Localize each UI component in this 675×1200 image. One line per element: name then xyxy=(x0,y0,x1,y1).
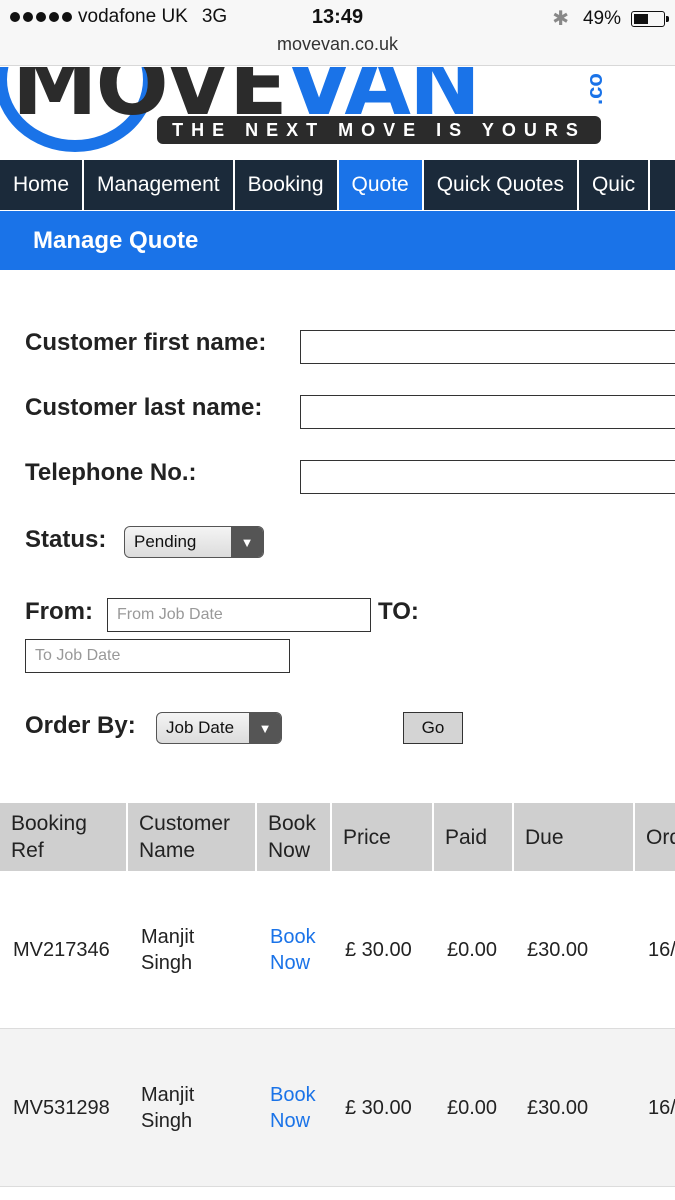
book-now-line: Now xyxy=(270,1110,311,1132)
go-button[interactable]: Go xyxy=(403,712,463,744)
col-header-line: Book xyxy=(268,812,316,835)
telephone-input[interactable] xyxy=(300,460,675,494)
col-header-order[interactable]: Ord xyxy=(635,803,675,871)
first-name-label: Customer first name: xyxy=(25,329,267,356)
to-date-input[interactable]: To Job Date xyxy=(25,639,290,673)
telephone-label: Telephone No.: xyxy=(25,459,197,486)
cell-booking-ref: MV217346 xyxy=(13,939,110,961)
col-header-book-now[interactable]: Book Now xyxy=(257,803,332,871)
col-header-line: Booking xyxy=(11,812,87,835)
bluetooth-icon: ✱ xyxy=(552,8,569,30)
address-bar[interactable]: movevan.co.uk xyxy=(0,34,675,55)
col-header-line: Customer xyxy=(139,812,231,835)
col-header-line: Now xyxy=(268,839,311,862)
logo-domain-suffix: .co xyxy=(582,73,607,105)
nav-item-quote[interactable]: Quote xyxy=(338,160,424,210)
status-select-value: Pending xyxy=(134,532,197,551)
order-by-select[interactable]: Job Date ▼ xyxy=(156,712,282,744)
book-now-link[interactable]: Book Now xyxy=(257,1029,332,1186)
table-header: Booking Ref Customer Name Book Now Price Pa… xyxy=(0,803,675,871)
from-date-input[interactable]: From Job Date xyxy=(107,598,371,632)
col-header-price[interactable]: Price xyxy=(332,803,434,871)
logo-wordmark-dark: MO xyxy=(12,67,166,135)
order-by-select-value: Job Date xyxy=(166,718,235,737)
main-nav: Home Management Booking Quote Quick Quot… xyxy=(0,160,675,210)
cell-booking-ref: MV531298 xyxy=(13,1097,110,1119)
nav-item-booking[interactable]: Booking xyxy=(235,160,339,210)
status-select[interactable]: Pending ▼ xyxy=(124,526,264,558)
cell-name-line: Singh xyxy=(141,1110,193,1132)
battery-icon xyxy=(631,10,669,27)
book-now-line: Book xyxy=(270,926,316,948)
last-name-label: Customer last name: xyxy=(25,394,263,421)
logo-tagline: THE NEXT MOVE IS YOURS xyxy=(157,116,601,144)
col-header-paid[interactable]: Paid xyxy=(434,803,514,871)
cell-paid: £0.00 xyxy=(447,939,498,961)
status-label: Status: xyxy=(25,526,107,553)
battery-fill xyxy=(634,13,648,24)
battery-percent: 49% xyxy=(582,7,621,29)
col-header-line: Ref xyxy=(11,839,44,862)
book-now-line: Now xyxy=(270,952,311,974)
first-name-input[interactable] xyxy=(300,330,675,364)
cell-order: 16/ xyxy=(648,939,675,961)
nav-item-quick-truncated[interactable]: Quic xyxy=(579,160,651,210)
cell-name-line: Manjit xyxy=(141,926,195,948)
cell-due: £30.00 xyxy=(527,1097,589,1119)
battery-info: ✱ 49% xyxy=(552,6,669,31)
col-header-line: Name xyxy=(139,839,196,862)
table-row[interactable]: MV531298 Manjit Singh Book Now £ 30.00 £0.… xyxy=(0,1029,675,1187)
cell-name-line: Manjit xyxy=(141,1084,195,1106)
cell-name-line: Singh xyxy=(141,952,193,974)
cell-price: £ 30.00 xyxy=(345,939,412,961)
book-now-line: Book xyxy=(270,1084,316,1106)
cell-paid: £0.00 xyxy=(447,1097,498,1119)
table-row[interactable]: MV217346 Manjit Singh Book Now £ 30.00 £0.… xyxy=(0,871,675,1029)
nav-item-home[interactable]: Home xyxy=(0,160,85,210)
book-now-link[interactable]: Book Now xyxy=(257,871,332,1028)
status-bar: vodafone UK 3G 13:49 ✱ 49% movevan.co.uk xyxy=(0,0,675,66)
cell-price: £ 30.00 xyxy=(345,1097,412,1119)
col-header-customer-name[interactable]: Customer Name xyxy=(128,803,257,871)
cell-order: 16/ xyxy=(648,1097,675,1119)
col-header-due[interactable]: Due xyxy=(514,803,635,871)
site-logo[interactable]: MOVEVAN .co THE NEXT MOVE IS YOURS xyxy=(0,67,675,161)
cell-due: £30.00 xyxy=(527,939,589,961)
chevron-down-icon: ▼ xyxy=(231,527,263,557)
nav-item-quick-quotes[interactable]: Quick Quotes xyxy=(424,160,579,210)
page-title: Manage Quote xyxy=(0,211,675,270)
nav-item-management[interactable]: Management xyxy=(84,160,235,210)
cell-customer-name: Manjit Singh xyxy=(128,1029,257,1186)
cell-customer-name: Manjit Singh xyxy=(128,871,257,1028)
col-header-booking-ref[interactable]: Booking Ref xyxy=(0,803,128,871)
from-label: From: xyxy=(25,598,93,625)
order-by-label: Order By: xyxy=(25,712,136,739)
last-name-input[interactable] xyxy=(300,395,675,429)
to-label: TO: xyxy=(378,598,419,625)
chevron-down-icon: ▼ xyxy=(249,713,281,743)
